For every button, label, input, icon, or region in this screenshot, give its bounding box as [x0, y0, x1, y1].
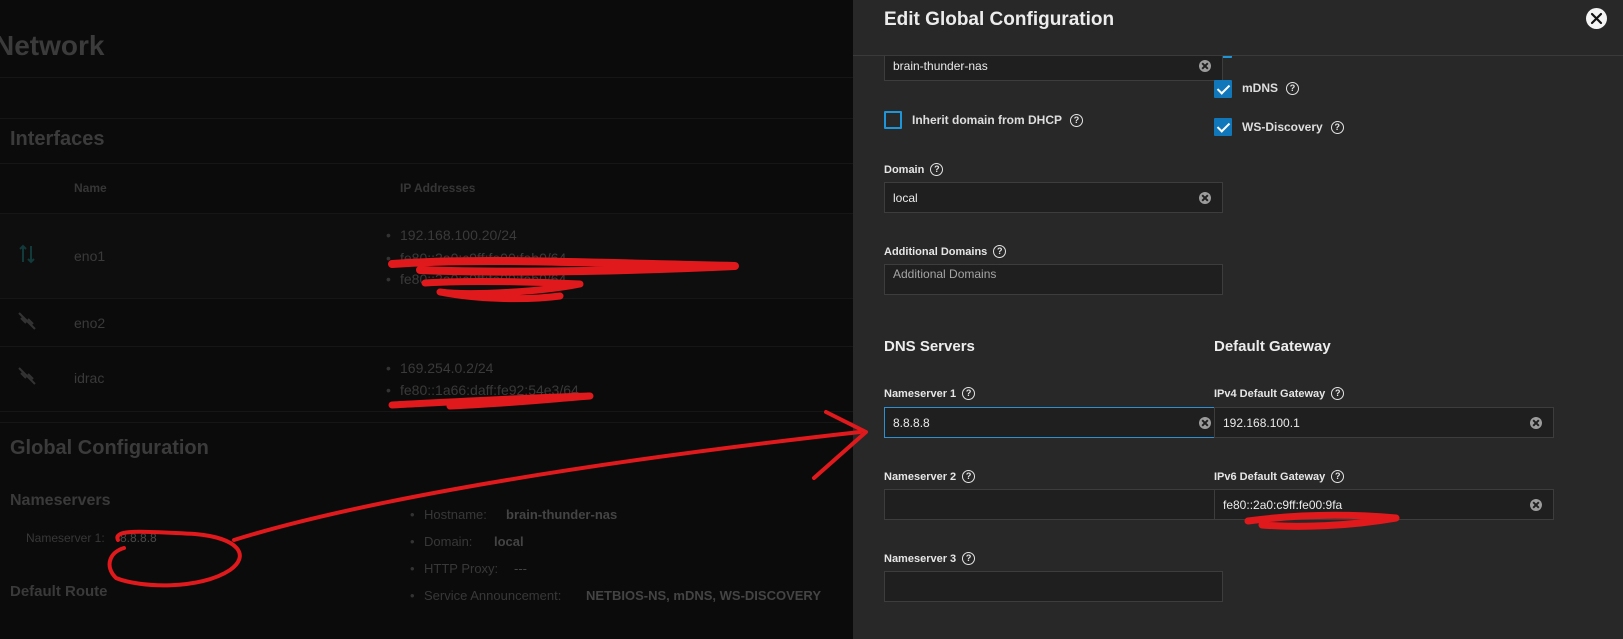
panel-title: Edit Global Configuration [884, 9, 1115, 30]
ip-address: fe80::2a0:c9ff:fe00:fab0/64 [386, 250, 566, 266]
ipv4-gateway-field[interactable] [1214, 407, 1554, 438]
help-icon[interactable]: ? [930, 163, 944, 176]
divider [0, 411, 853, 412]
nameserver1-field[interactable] [884, 407, 1223, 438]
ipv4-gateway-label-text: IPv4 Default Gateway [1214, 387, 1326, 400]
ip-address: fe80::2a0:c9ff:fe00:fab0/64 [386, 271, 566, 287]
clear-icon[interactable] [1199, 60, 1211, 72]
divider [0, 422, 853, 423]
close-button[interactable] [1586, 8, 1607, 29]
divider [0, 298, 853, 299]
edit-global-config-panel: Edit Global Configuration Inherit domain… [853, 0, 1623, 639]
clear-icon[interactable] [1530, 417, 1542, 429]
nameserver2-label: Nameserver 2 ? [884, 470, 976, 483]
inherit-domain-label: Inherit domain from DHCP ? [912, 113, 1084, 127]
ip-address: 169.254.0.2/24 [386, 360, 493, 376]
nameserver1-label: Nameserver 1 ? [884, 387, 976, 400]
interfaces-title: Interfaces [10, 128, 105, 150]
nameserver2-field[interactable] [884, 489, 1223, 520]
nameserver1-label-text: Nameserver 1 [884, 387, 957, 400]
nameserver1-label: Nameserver 1: [26, 531, 105, 545]
proxy-label: HTTP Proxy: [410, 561, 498, 576]
hostname-label: Hostname: [410, 507, 487, 522]
ws-discovery-checkbox[interactable] [1214, 118, 1232, 136]
nameserver2-input[interactable] [893, 490, 1190, 519]
hostname-value: brain-thunder-nas [506, 507, 618, 522]
domain-label-text: Domain [884, 163, 925, 176]
interface-name: eno1 [74, 248, 106, 264]
nameserver3-label: Nameserver 3 ? [884, 552, 976, 565]
nameserver3-field[interactable] [884, 571, 1223, 602]
link-off-icon [18, 367, 36, 385]
domain-field[interactable] [884, 182, 1223, 213]
nameserver1-input[interactable] [893, 408, 1190, 437]
page-title: Network [0, 30, 105, 61]
ip-address: 192.168.100.20/24 [386, 227, 517, 243]
ipv6-gateway-field[interactable] [1214, 489, 1554, 520]
mdns-text: mDNS [1242, 81, 1279, 95]
inherit-domain-checkbox[interactable] [884, 111, 902, 129]
service-value: NETBIOS-NS, mDNS, WS-DISCOVERY [586, 588, 821, 603]
col-head-name: Name [74, 181, 107, 195]
nameserver2-label-text: Nameserver 2 [884, 470, 957, 483]
help-icon[interactable]: ? [962, 470, 976, 483]
global-config-title: Global Configuration [10, 437, 209, 459]
nameserver3-label-text: Nameserver 3 [884, 552, 957, 565]
help-icon[interactable]: ? [1070, 113, 1084, 127]
inherit-domain-text: Inherit domain from DHCP [912, 113, 1063, 127]
help-icon[interactable]: ? [962, 387, 976, 400]
additional-domains-label: Additional Domains ? [884, 245, 1007, 258]
network-page-background: Network Interfaces Name IP Addresses eno… [0, 0, 853, 639]
clear-icon[interactable] [1199, 192, 1211, 204]
nameservers-title: Nameservers [10, 492, 111, 509]
default-gateway-title: Default Gateway [1214, 338, 1331, 355]
clear-icon[interactable] [1199, 417, 1211, 429]
divider [0, 77, 853, 78]
ws-discovery-label: WS-Discovery ? [1242, 120, 1344, 134]
help-icon[interactable]: ? [1330, 120, 1344, 134]
help-icon[interactable]: ? [993, 245, 1007, 258]
ipv6-gateway-input[interactable] [1223, 490, 1521, 519]
domain-label: Domain ? [884, 163, 944, 176]
nameserver3-input[interactable] [893, 572, 1190, 601]
help-icon[interactable]: ? [1331, 470, 1345, 483]
divider [0, 163, 853, 164]
clear-icon[interactable] [1530, 499, 1542, 511]
arrows-updown-icon [19, 244, 35, 264]
interface-name: eno2 [74, 315, 106, 331]
ipv4-gateway-input[interactable] [1223, 408, 1521, 437]
help-icon[interactable]: ? [1331, 387, 1345, 400]
domain-input[interactable] [893, 183, 1190, 212]
additional-domains-input[interactable] [893, 259, 1190, 288]
ip-address: fe80::1a66:daff:fe92:54e3/64 [386, 382, 579, 398]
panel-header: Edit Global Configuration [853, 0, 1623, 56]
help-icon[interactable]: ? [962, 552, 976, 565]
additional-domains-label-text: Additional Domains [884, 245, 988, 258]
domain-label: Domain: [410, 534, 473, 549]
col-head-ip: IP Addresses [400, 181, 476, 195]
domain-value: local [494, 534, 524, 549]
ipv6-gateway-label: IPv6 Default Gateway ? [1214, 470, 1345, 483]
proxy-value: --- [514, 561, 527, 576]
divider [0, 118, 853, 119]
link-off-icon [18, 312, 36, 330]
close-icon [1590, 12, 1603, 25]
divider [0, 346, 853, 347]
ipv6-gateway-label-text: IPv6 Default Gateway [1214, 470, 1326, 483]
service-label: Service Announcement: [410, 588, 561, 603]
additional-domains-field[interactable] [884, 259, 1223, 295]
mdns-label: mDNS ? [1242, 81, 1300, 95]
dns-servers-title: DNS Servers [884, 338, 975, 355]
mdns-checkbox[interactable] [1214, 80, 1232, 98]
default-route-title: Default Route [10, 583, 108, 600]
ipv4-gateway-label: IPv4 Default Gateway ? [1214, 387, 1345, 400]
nameserver1-value: 8.8.8.8 [120, 531, 157, 545]
help-icon[interactable]: ? [1286, 81, 1300, 95]
ws-discovery-text: WS-Discovery [1242, 120, 1323, 134]
interface-name: idrac [74, 370, 105, 386]
